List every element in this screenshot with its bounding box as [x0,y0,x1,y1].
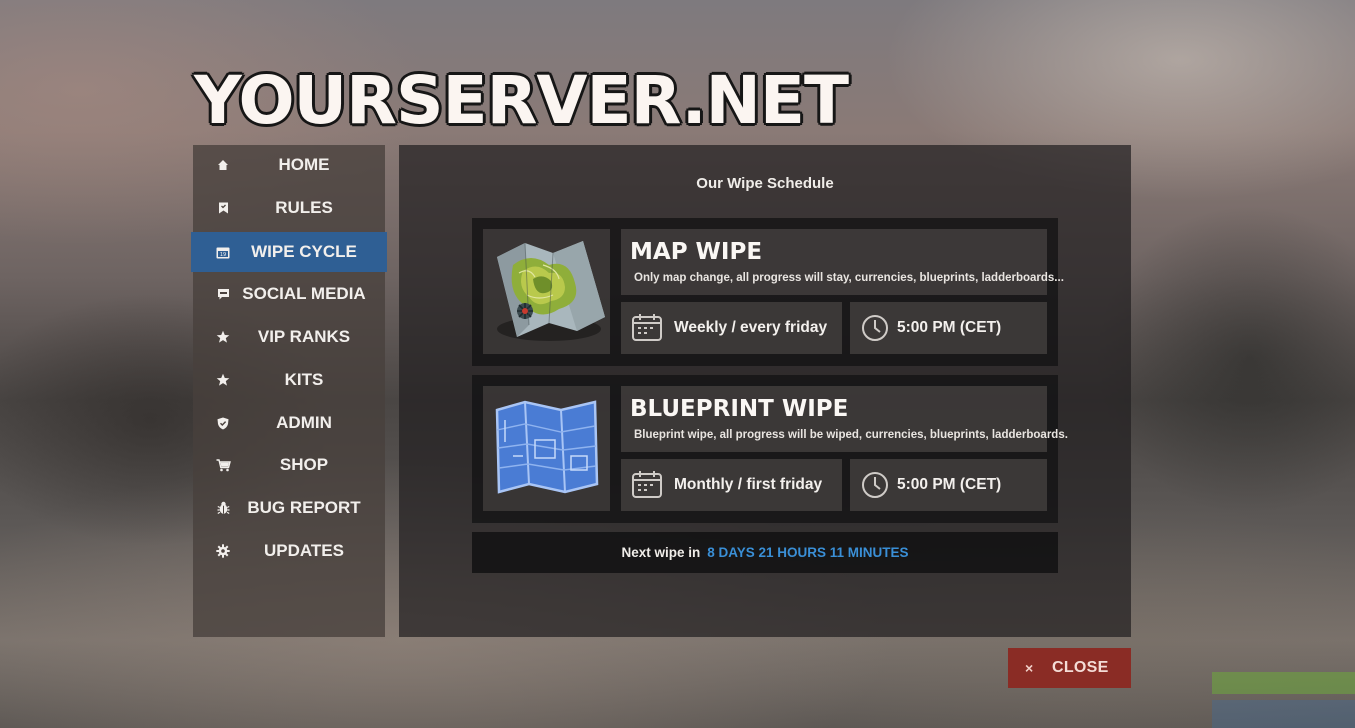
blueprint-wipe-card: BLUEPRINT WIPE Blueprint wipe, all progr… [472,375,1068,523]
sidebar-item-label: SHOP [279,455,329,474]
sidebar-item-wipe-cycle[interactable]: 19 WIPE CYCLE [191,232,387,272]
wipe-schedule-panel: Our Wipe Schedule MAP WIPE Only map chan… [399,145,1131,637]
wipe-description: Only map change, all progress will stay,… [634,272,1064,284]
sidebar-item-shop[interactable]: SHOP [193,445,385,485]
close-icon: × [1025,660,1034,676]
wipe-time-box: 5:00 PM (CET) [850,302,1047,354]
wipe-frequency: Weekly / every friday [674,319,828,336]
bookmark-icon [215,200,231,216]
bug-icon [215,500,231,516]
sidebar-item-bug-report[interactable]: BUG REPORT [193,488,385,528]
close-button[interactable]: × CLOSE [1008,648,1131,688]
sidebar-nav: HOME RULES 19 WIPE CYCLE SOCIAL MEDIA VI… [191,145,387,637]
cart-icon [215,457,231,473]
sidebar-item-label: HOME [278,155,330,174]
sidebar-item-label: VIP RANKS [257,327,351,346]
map-icon [497,241,605,341]
blueprint-wipe-image [483,386,610,511]
wipe-frequency-box: Weekly / every friday [621,302,842,354]
clock-icon [862,472,888,498]
wipe-time: 5:00 PM (CET) [897,476,1002,493]
shield-icon [215,415,231,431]
sidebar-item-label: WIPE CYCLE [251,242,357,261]
wipe-time: 5:00 PM (CET) [897,319,1002,336]
close-label: CLOSE [1052,659,1109,676]
calendar-icon [632,471,662,498]
wipe-frequency-box: Monthly / first friday [621,459,842,511]
star-icon [215,372,231,388]
wipe-name: BLUEPRINT WIPE [630,396,849,422]
blueprint-icon [495,400,599,494]
next-wipe-label: Next wipe in [621,545,701,560]
gear-icon [215,543,231,559]
wipe-time-box: 5:00 PM (CET) [850,459,1047,511]
sidebar-item-social-media[interactable]: SOCIAL MEDIA [193,274,385,314]
wipe-frequency: Monthly / first friday [674,476,823,493]
sidebar-item-updates[interactable]: UPDATES [193,531,385,571]
sidebar-item-kits[interactable]: KITS [193,360,385,400]
map-wipe-card: MAP WIPE Only map change, all progress w… [472,218,1064,366]
sidebar-item-label: ADMIN [276,413,332,432]
clock-icon [862,315,888,341]
sidebar-item-home[interactable]: HOME [193,145,385,185]
next-wipe-value: 8 DAYS 21 HOURS 11 MINUTES [707,545,909,560]
background-game-hud-lower [1212,700,1355,728]
map-wipe-image [483,229,610,354]
server-title: YOURSERVER.NET [194,62,849,139]
calendar-icon [632,314,662,341]
star-icon [215,329,231,345]
blueprint-wipe-header: BLUEPRINT WIPE Blueprint wipe, all progr… [621,386,1068,452]
calendar-icon: 19 [215,244,231,260]
sidebar-item-vip-ranks[interactable]: VIP RANKS [193,317,385,357]
wipe-description: Blueprint wipe, all progress will be wip… [634,429,1068,441]
page-title: Our Wipe Schedule [696,175,834,192]
background-game-hud [1212,672,1355,694]
svg-text:19: 19 [220,252,226,258]
sidebar-item-label: UPDATES [264,541,344,560]
next-wipe-countdown: Next wipe in 8 DAYS 21 HOURS 11 MINUTES [472,532,1058,573]
map-wipe-header: MAP WIPE Only map change, all progress w… [621,229,1064,295]
wipe-name: MAP WIPE [630,239,763,265]
sidebar-item-rules[interactable]: RULES [193,188,385,228]
sidebar-item-label: BUG REPORT [247,498,361,517]
sidebar-item-label: RULES [275,198,333,217]
home-icon [215,157,231,173]
sidebar-item-admin[interactable]: ADMIN [193,403,385,443]
sidebar-item-label: SOCIAL MEDIA [242,284,366,303]
chat-icon [215,286,231,302]
sidebar-item-label: KITS [284,370,324,389]
